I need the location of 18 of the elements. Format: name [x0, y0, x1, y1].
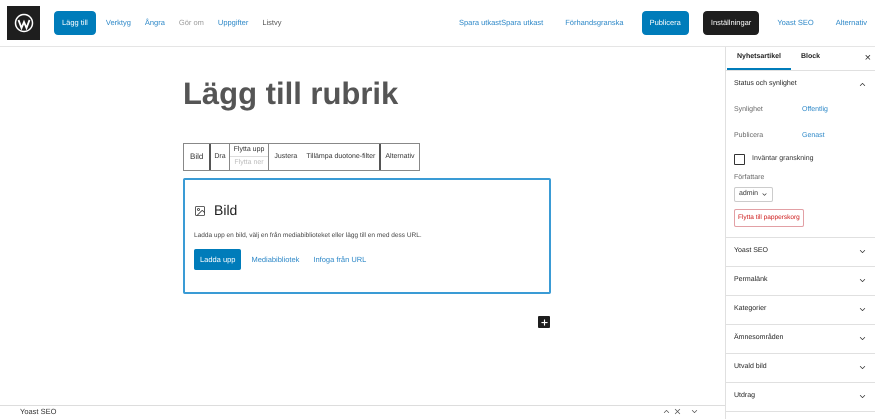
logo-icon[interactable] — [7, 6, 40, 40]
checkbox[interactable] — [734, 154, 745, 164]
image-icon — [194, 204, 206, 216]
chevron-icon[interactable] — [858, 392, 867, 401]
add-block-button[interactable] — [538, 316, 550, 328]
chevron-icon[interactable] — [858, 334, 867, 343]
close-button[interactable]: × — [864, 53, 871, 64]
chevron-icon[interactable] — [858, 276, 867, 285]
chevron-icon[interactable] — [858, 363, 867, 372]
chevron-icon[interactable] — [858, 247, 867, 256]
block-title: Bild — [214, 201, 238, 220]
chevron-icon — [761, 190, 768, 198]
title-field[interactable]: Lägg till rubrik — [183, 75, 725, 113]
block-type-button[interactable]: Bild — [184, 144, 212, 170]
chevron-icon[interactable] — [858, 305, 867, 314]
close-icon[interactable] — [673, 407, 682, 416]
collapse-icon[interactable] — [662, 407, 671, 416]
expand-icon[interactable] — [690, 407, 699, 416]
